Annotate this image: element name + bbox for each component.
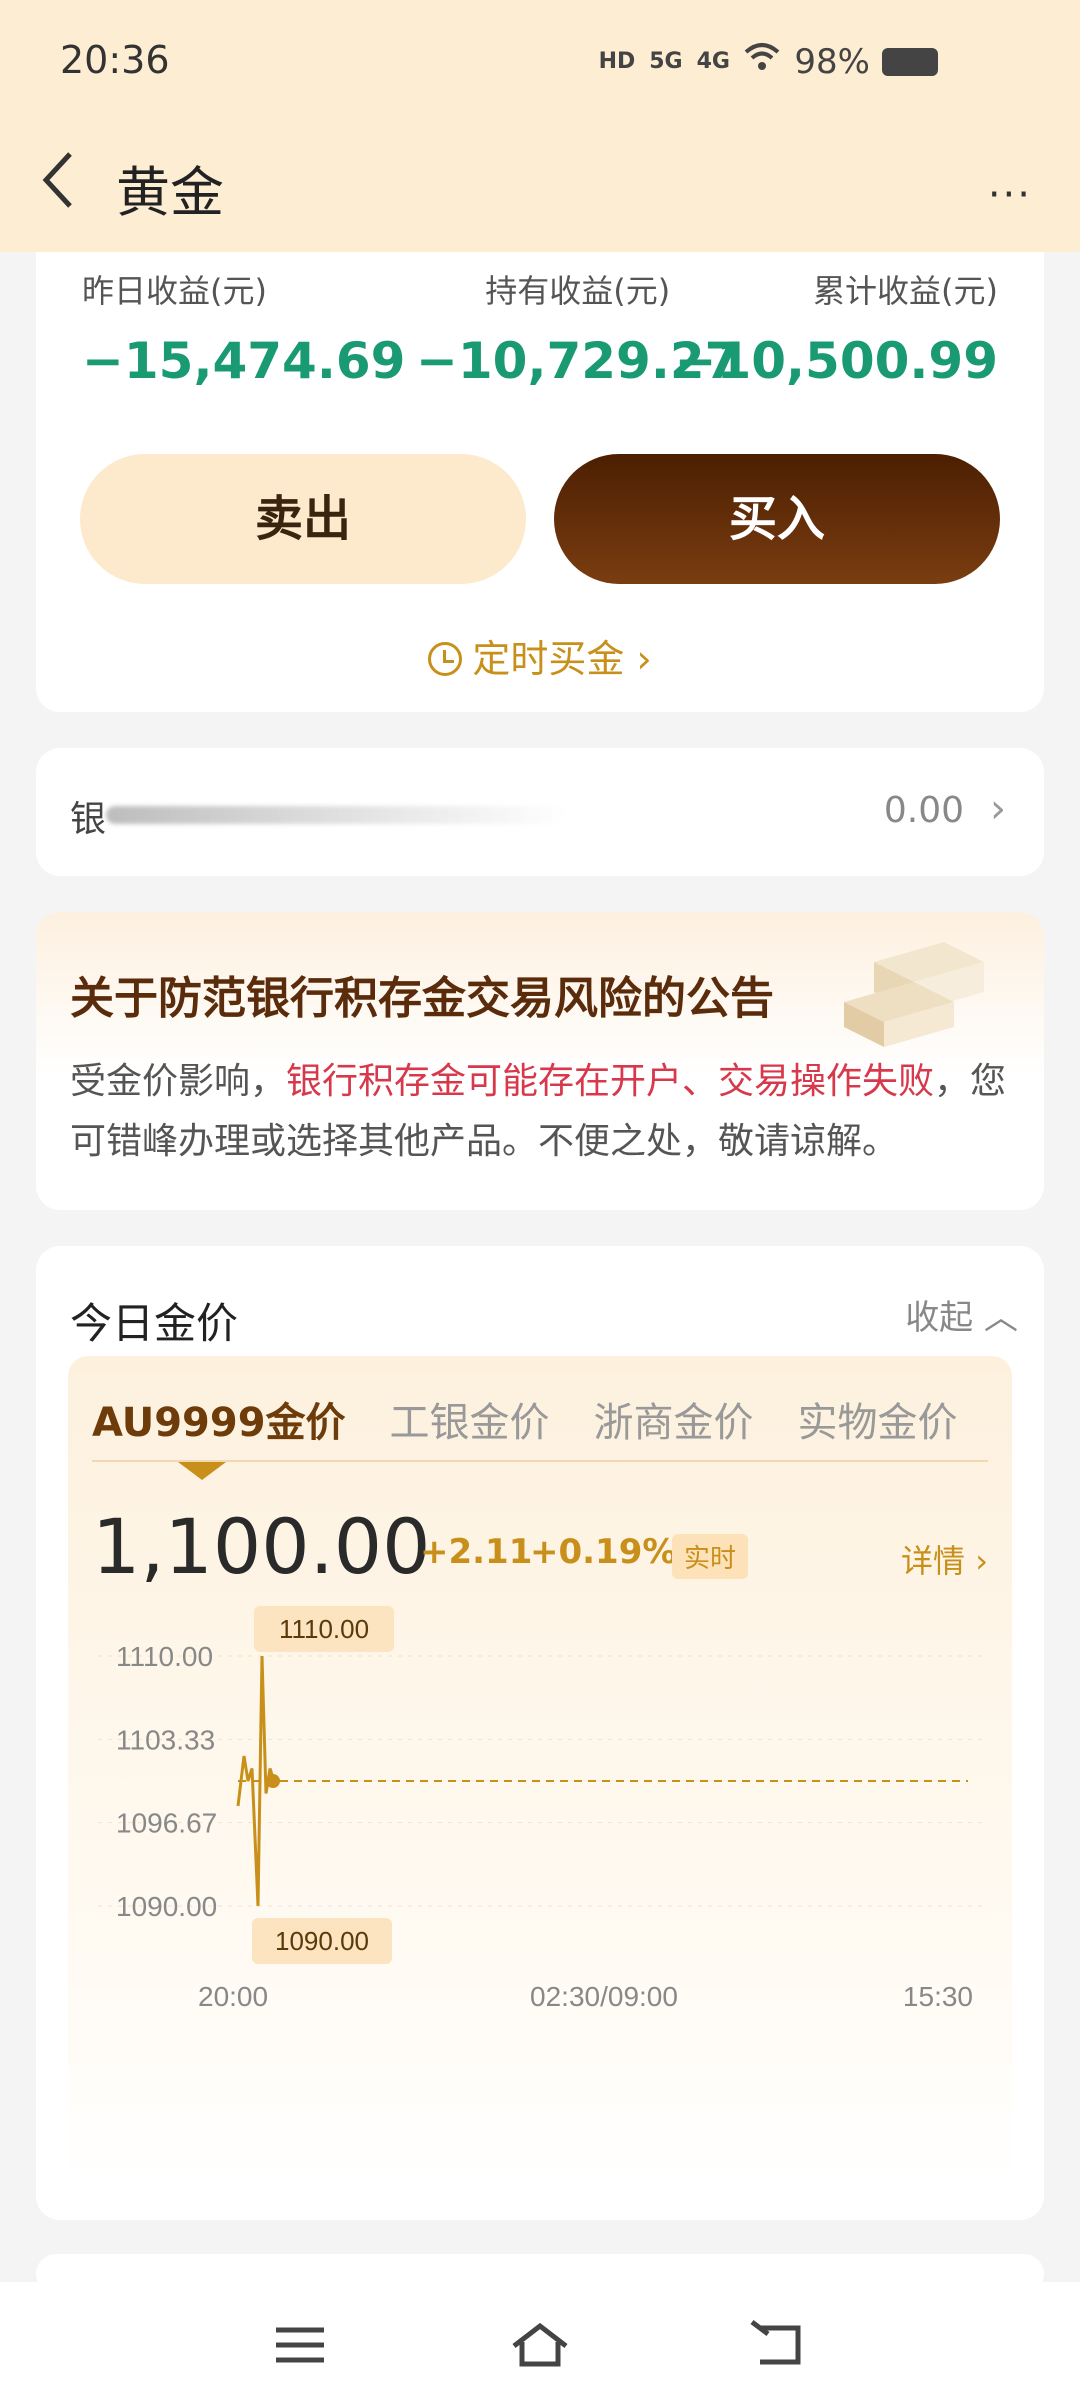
price-tabs: AU9999金价 工银金价 浙商金价 实物金价 <box>92 1390 958 1448</box>
notice-body: 受金价影响，银行积存金可能存在开户、交易操作失败，您可错峰办理或选择其他产品。不… <box>70 1052 1030 1172</box>
tab-czb[interactable]: 浙商金价 <box>594 1390 754 1448</box>
chevron-right-icon: › <box>624 637 652 681</box>
home-icon[interactable] <box>510 2320 570 2370</box>
bank-value: 0.00 <box>883 790 964 831</box>
max-label: 1110.00 <box>279 1614 369 1644</box>
yesterday-earnings: 昨日收益(元) −15,474.69 <box>82 266 405 390</box>
price-panel: AU9999金价 工银金价 浙商金价 实物金价 1,100.00 +2.11 +… <box>68 1356 1012 2186</box>
notice-body-highlight: 银行积存金可能存在开户、交易操作失败 <box>286 1061 935 1102</box>
gold-bars-icon <box>844 942 984 1047</box>
sell-button[interactable]: 卖出 <box>80 454 526 584</box>
collapse-label: 收起 <box>905 1298 974 1338</box>
gold-price-card: 今日金价 收起 ︿ AU9999金价 工银金价 浙商金价 实物金价 1,100.… <box>36 1246 1044 2220</box>
total-value: −10,500.99 <box>674 332 998 390</box>
signal-5g-icon: 5G <box>649 48 683 74</box>
live-badge: 实时 <box>672 1534 749 1579</box>
x-tick-label: 02:30/09:00 <box>530 1981 678 2012</box>
battery-icon <box>882 48 938 76</box>
scheduled-buy-label: 定时买金 <box>472 637 625 681</box>
chevron-up-icon: ︿ <box>973 1298 1018 1338</box>
bank-row[interactable]: 银 0.00 › <box>36 748 1044 876</box>
chevron-right-icon: › <box>965 1542 988 1580</box>
buy-button[interactable]: 买入 <box>554 454 1000 584</box>
notice-body-prefix: 受金价影响， <box>70 1061 287 1102</box>
bank-name: 银 <box>70 799 107 840</box>
scheduled-buy-link[interactable]: 定时买金 › <box>36 628 1044 683</box>
bank-name-blurred <box>106 806 566 824</box>
tab-icbc[interactable]: 工银金价 <box>390 1390 550 1448</box>
price-heading: 今日金价 <box>70 1299 239 1348</box>
yesterday-value: −15,474.69 <box>82 332 406 390</box>
total-earnings: 累计收益(元) −10,500.99 <box>675 266 998 390</box>
yesterday-label: 昨日收益(元) <box>82 272 267 310</box>
back-nav-icon[interactable] <box>750 2320 810 2370</box>
tab-au9999[interactable]: AU9999金价 <box>92 1390 346 1448</box>
earnings-card: 昨日收益(元) −15,474.69 持有收益(元) −10,729.27 累计… <box>36 252 1044 712</box>
price-chart: 1110.00 1103.33 1096.67 1090.00 1110.00 1090.… <box>98 1606 988 2012</box>
y-tick-label: 1090.00 <box>116 1891 217 1922</box>
chevron-right-icon: › <box>990 786 1006 832</box>
x-tick-label: 20:00 <box>198 1981 268 2012</box>
tab-physical[interactable]: 实物金价 <box>798 1390 958 1448</box>
x-tick-label: 15:30 <box>903 1981 973 2012</box>
total-label: 累计收益(元) <box>813 272 998 310</box>
y-tick-label: 1110.00 <box>116 1641 213 1672</box>
y-tick-label: 1096.67 <box>116 1808 217 1839</box>
notice-card[interactable]: 关于防范银行积存金交易风险的公告 受金价影响，银行积存金可能存在开户、交易操作失… <box>36 912 1044 1210</box>
tab-divider <box>92 1460 988 1462</box>
min-label: 1090.00 <box>275 1926 369 1956</box>
clock-icon <box>428 642 463 676</box>
battery-percent: 98% <box>794 42 870 82</box>
status-time: 20:36 <box>60 38 170 82</box>
page-title: 黄金 <box>116 161 224 224</box>
current-point <box>266 1774 280 1788</box>
back-button[interactable] <box>38 150 78 210</box>
detail-label: 详情 <box>901 1542 966 1580</box>
hd-icon: HD <box>598 48 636 74</box>
price-change: +2.11 <box>420 1532 533 1572</box>
status-icons: HD 5G 4G <box>599 42 780 80</box>
signal-4g-icon: 4G <box>696 48 730 74</box>
y-tick-label: 1103.33 <box>116 1724 215 1755</box>
menu-icon[interactable] <box>270 2320 330 2370</box>
top-header: 20:36 HD 5G 4G 98% 黄金 ··· <box>0 0 1080 252</box>
price-change-percent: +0.19% <box>530 1532 677 1572</box>
current-price: 1,100.00 <box>92 1502 431 1591</box>
collapse-button[interactable]: 收起 ︿ <box>905 1290 1018 1339</box>
system-navbar <box>0 2282 1080 2408</box>
notice-title: 关于防范银行积存金交易风险的公告 <box>70 973 774 1024</box>
detail-link[interactable]: 详情 › <box>901 1536 988 1582</box>
more-button[interactable]: ··· <box>988 172 1032 218</box>
wifi-icon <box>744 42 780 80</box>
tab-indicator <box>178 1462 226 1480</box>
